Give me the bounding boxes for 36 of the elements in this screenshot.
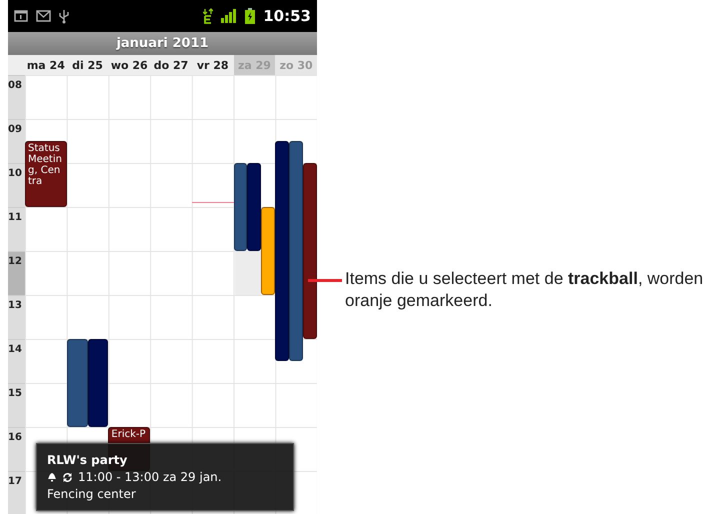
event-block[interactable] [247, 163, 262, 251]
battery-charging-icon [245, 8, 256, 24]
usb-icon [59, 8, 69, 24]
hour-label: 11 [8, 207, 25, 251]
event-title: RLW's party [47, 453, 128, 467]
callout-text: Items die u selecteert met de trackball, worden oranje gemarkeerd. [345, 268, 704, 312]
event-block[interactable] [88, 339, 108, 427]
calendar-icon [14, 10, 28, 22]
hour-label: 08 [8, 75, 25, 119]
day-header[interactable]: ma 24 [25, 55, 67, 75]
hour-label: 17 [8, 471, 25, 514]
leader-line [308, 279, 342, 282]
month-title: januari 2011 [8, 32, 317, 55]
event-block[interactable]: Status Meeting, Centra [25, 141, 67, 207]
day-header[interactable]: do 27 [150, 55, 192, 75]
hour-label: 14 [8, 339, 25, 383]
hour-label: 09 [8, 119, 25, 163]
hour-label: 16 [8, 427, 25, 471]
current-time-line [192, 202, 234, 203]
event-tooltip[interactable]: RLW's party 11:00 - 13:00 za 29 jan. Fencing center [36, 443, 294, 511]
event-time: 11:00 - 13:00 za 29 jan. [78, 470, 222, 484]
event-block[interactable] [234, 163, 248, 251]
hour-label: 12 [8, 251, 25, 295]
day-header[interactable]: wo 26 [108, 55, 150, 75]
hour-label: 13 [8, 295, 25, 339]
clock-time: 10:53 [263, 7, 311, 25]
day-header[interactable]: di 25 [66, 55, 108, 75]
selected-event-block[interactable] [261, 207, 276, 295]
day-header[interactable]: vr 28 [192, 55, 234, 75]
mail-icon [36, 10, 51, 22]
signal-icon [221, 9, 238, 23]
mobile-data-icon [203, 8, 214, 24]
event-location: Fencing center [47, 487, 136, 501]
hour-label: 15 [8, 383, 25, 427]
hour-label: 10 [8, 163, 25, 207]
event-block[interactable] [66, 339, 88, 427]
